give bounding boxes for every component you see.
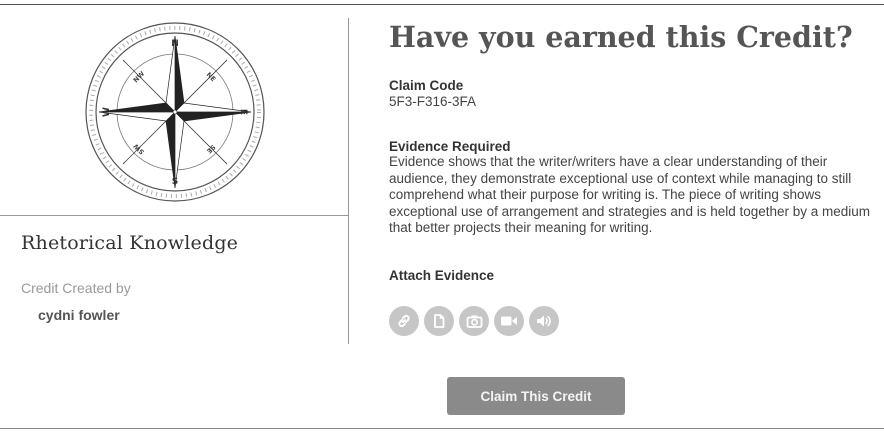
compass-label-s: S [172,177,178,187]
compass-label-e: E [238,109,248,115]
attach-audio-button[interactable] [529,306,559,336]
attach-photo-button[interactable] [459,306,489,336]
claim-heading: Have you earned this Credit? [389,20,853,54]
attach-evidence-label: Attach Evidence [389,268,495,283]
attach-video-button[interactable] [494,306,524,336]
attach-document-button[interactable] [424,306,454,336]
compass-label-sw: SW [132,142,146,156]
evidence-required-text: Evidence shows that the writer/writers h… [389,154,871,235]
audio-icon [537,315,551,327]
link-icon [398,314,410,328]
camera-icon [466,315,482,328]
credit-created-by-label: Credit Created by [21,280,131,296]
compass-rose-icon: N E S W NE SE SW NW [84,21,266,203]
document-icon [434,314,445,328]
compass-label-ne: NE [205,71,218,84]
claim-code-value: 5F3-F316-3FA [389,94,477,109]
creator-name[interactable]: cydni fowler [38,307,120,323]
card-divider [0,215,348,216]
credit-title: Rhetorical Knowledge [21,232,239,254]
compass-label-n: N [171,39,179,49]
panel-divider [348,18,349,344]
claim-credit-button[interactable]: Claim This Credit [447,377,625,415]
compass-label-nw: NW [132,70,147,85]
bottom-rule [0,428,884,429]
compass-label-w: W [102,107,112,117]
attach-link-button[interactable] [389,306,419,336]
credit-card: N E S W NE SE SW NW Rhetorical Knowledge… [0,5,348,355]
evidence-required-label: Evidence Required [389,139,511,154]
video-icon [501,316,517,326]
claim-code-label: Claim Code [389,78,464,93]
